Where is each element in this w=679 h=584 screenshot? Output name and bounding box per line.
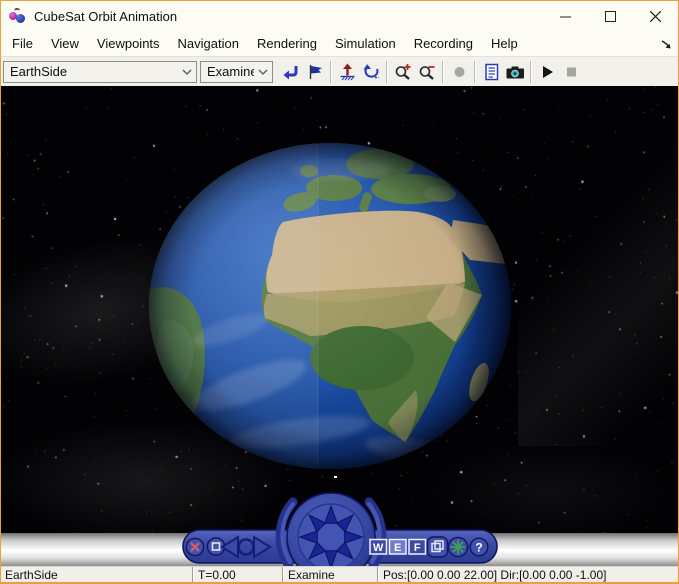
cubesat-satellite (334, 476, 337, 478)
console-examine-button[interactable]: E (388, 538, 407, 555)
capture-frame-button[interactable] (503, 60, 527, 84)
app-window: CubeSat Orbit Animation File View Viewpo… (0, 0, 679, 584)
earth-globe (149, 143, 511, 469)
straighten-up-button[interactable] (335, 60, 359, 84)
stop-icon (566, 67, 576, 76)
create-viewpoint-button[interactable] (303, 60, 327, 84)
collapse-pane-arrow-icon[interactable] (661, 37, 672, 55)
menu-rendering[interactable]: Rendering (248, 33, 326, 54)
world-info-button[interactable] (479, 60, 503, 84)
zoom-out-button[interactable] (415, 60, 439, 84)
examine-label: E (394, 542, 401, 554)
play-button[interactable] (535, 60, 559, 84)
zoom-out-icon (419, 65, 434, 80)
console-home-button[interactable] (447, 536, 469, 558)
app-icon (8, 7, 28, 25)
help-label: ? (475, 541, 482, 555)
zoom-in-button[interactable] (391, 60, 415, 84)
console-help-button[interactable]: ? (469, 537, 489, 557)
viewpoint-select-value: EarthSide (10, 64, 68, 79)
menu-view[interactable]: View (42, 33, 88, 54)
record-button[interactable] (447, 60, 471, 84)
navigation-console: W E F ? (182, 492, 498, 566)
menu-bar: File View Viewpoints Navigation Renderin… (1, 31, 678, 56)
status-viewpoint: EarthSide (5, 567, 58, 582)
menu-help[interactable]: Help (482, 33, 527, 54)
maximize-button[interactable] (588, 1, 633, 31)
3d-viewport[interactable]: W E F ? (1, 86, 678, 566)
minimize-icon (560, 16, 571, 17)
minimize-button[interactable] (543, 1, 588, 31)
maximize-icon (605, 10, 616, 22)
menu-recording[interactable]: Recording (405, 33, 482, 54)
console-close-button[interactable] (185, 537, 205, 557)
close-button[interactable] (633, 1, 678, 31)
menu-navigation[interactable]: Navigation (169, 33, 248, 54)
status-camera-position: Pos:[0.00 0.00 22.00] Dir:[0.00 0.00 -1.… (383, 567, 607, 582)
status-bar: EarthSide T=0.00 Examine Pos:[0.00 0.00 … (1, 566, 678, 582)
window-title: CubeSat Orbit Animation (34, 8, 178, 24)
undo-move-button[interactable] (359, 60, 383, 84)
walk-label: W (373, 542, 384, 554)
status-navigation-mode: Examine (288, 567, 335, 582)
menu-simulation[interactable]: Simulation (326, 33, 405, 54)
menu-file[interactable]: File (3, 33, 42, 54)
world-info-icon (484, 63, 498, 80)
create-viewpoint-flag-icon (309, 64, 322, 79)
navigation-mode-value: Examine (207, 64, 254, 79)
toolbar: EarthSide Examine (1, 56, 678, 86)
zoom-in-icon (395, 63, 410, 80)
green-splat-icon (450, 539, 466, 555)
fly-label: F (414, 542, 421, 554)
menu-viewpoints[interactable]: Viewpoints (88, 33, 169, 54)
stop-button[interactable] (559, 60, 583, 84)
console-cube-view-button[interactable] (426, 536, 449, 558)
navigation-mode-select[interactable]: Examine (200, 60, 273, 83)
console-walk-button[interactable]: W (369, 538, 388, 555)
record-icon (454, 66, 464, 77)
console-fly-button[interactable]: F (408, 538, 427, 555)
capture-frame-camera-icon (506, 66, 524, 78)
return-to-viewpoint-button[interactable] (279, 60, 303, 84)
close-icon (650, 10, 661, 22)
play-icon (542, 65, 553, 78)
chevron-down-icon (178, 69, 196, 75)
return-to-viewpoint-icon (283, 65, 297, 79)
straighten-up-icon (340, 63, 354, 80)
title-bar[interactable]: CubeSat Orbit Animation (1, 1, 678, 31)
viewpoint-select[interactable]: EarthSide (3, 60, 197, 83)
undo-move-icon (363, 63, 379, 78)
chevron-down-icon (254, 69, 272, 75)
status-time: T=0.00 (198, 567, 236, 582)
